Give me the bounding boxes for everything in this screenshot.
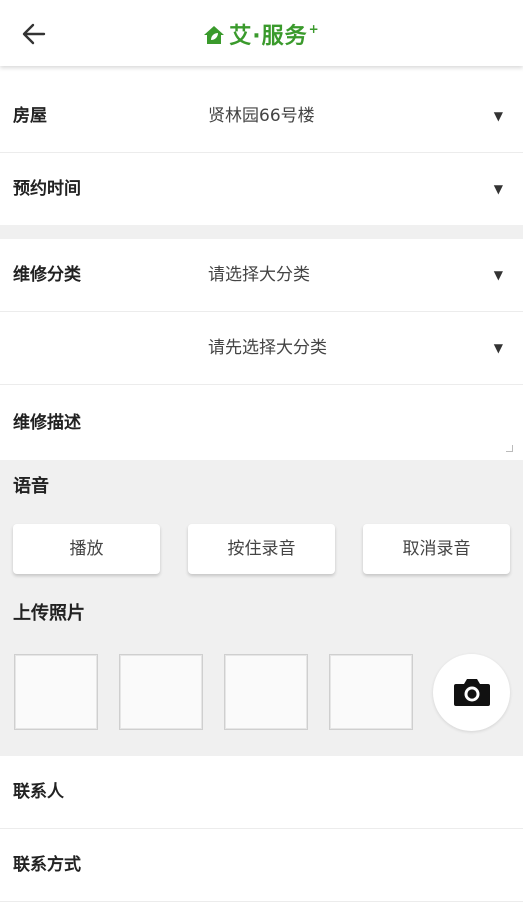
contact-phone-field[interactable]: 联系方式: [0, 829, 523, 902]
cancel-record-button[interactable]: 取消录音: [363, 524, 510, 574]
description-textarea[interactable]: 维修描述: [0, 385, 523, 460]
camera-button[interactable]: [433, 654, 510, 731]
contact-phone-label: 联系方式: [13, 855, 81, 875]
caret-down-icon: ▼: [493, 341, 503, 355]
app-logo: 艾·服务+: [0, 18, 523, 52]
category-select[interactable]: 维修分类 请选择大分类 ▼: [0, 239, 523, 312]
appointment-time-select[interactable]: 预约时间 ▼: [0, 153, 523, 225]
photo-slot[interactable]: [14, 654, 98, 730]
photo-section-title: 上传照片: [0, 586, 523, 642]
category-label: 维修分类: [13, 265, 81, 285]
house-value: 贤林园66号楼: [208, 106, 315, 126]
photo-slot[interactable]: [119, 654, 203, 730]
caret-down-icon: ▼: [493, 182, 503, 196]
house-label: 房屋: [13, 106, 47, 126]
description-label: 维修描述: [13, 413, 81, 433]
camera-icon: [454, 679, 490, 706]
photo-slots: [0, 642, 523, 742]
resize-handle-icon[interactable]: [506, 445, 513, 452]
logo-plus: +: [308, 22, 320, 36]
play-button[interactable]: 播放: [13, 524, 160, 574]
hold-record-button[interactable]: 按住录音: [188, 524, 335, 574]
caret-down-icon: ▼: [493, 268, 503, 282]
contact-name-field[interactable]: 联系人: [0, 756, 523, 829]
house-leaf-icon: [203, 24, 225, 52]
caret-down-icon: ▼: [493, 109, 503, 123]
contact-name-label: 联系人: [13, 782, 64, 802]
photo-title: 上传照片: [13, 603, 85, 624]
photo-slot[interactable]: [224, 654, 308, 730]
photo-slot[interactable]: [329, 654, 413, 730]
section-divider: [0, 225, 523, 239]
category-value: 请选择大分类: [208, 265, 310, 285]
subcategory-select[interactable]: 请先选择大分类 ▼: [0, 312, 523, 385]
voice-controls: 播放 按住录音 取消录音: [0, 514, 523, 586]
appointment-label: 预约时间: [13, 179, 81, 199]
voice-section-title: 语音: [0, 460, 523, 514]
logo-text: 艾·服务: [229, 24, 308, 49]
section-divider: [0, 742, 523, 756]
voice-title: 语音: [13, 476, 49, 497]
app-header: 艾·服务+: [0, 0, 523, 66]
house-select[interactable]: 房屋 贤林园66号楼 ▼: [0, 80, 523, 153]
subcategory-value: 请先选择大分类: [208, 338, 327, 358]
